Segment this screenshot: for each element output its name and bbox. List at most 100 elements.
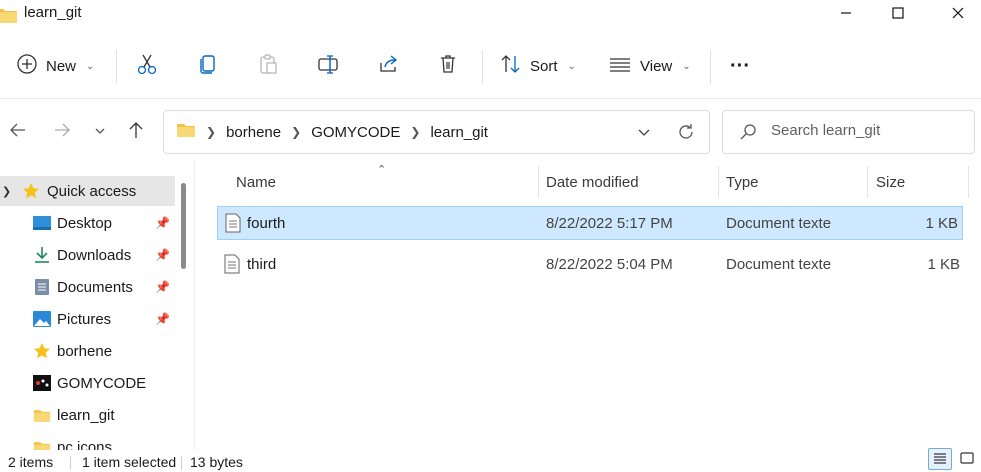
column-header-name[interactable]: Name	[236, 166, 276, 198]
sidebar-item-pc-icons[interactable]: pc icons	[0, 432, 175, 450]
column-header-label: Type	[726, 173, 759, 191]
pin-icon: 📌	[155, 312, 170, 326]
file-type: Document texte	[726, 215, 832, 232]
sidebar-item-label: borhene	[57, 342, 113, 360]
address-history-button[interactable]	[631, 121, 657, 145]
column-divider[interactable]	[968, 166, 969, 198]
column-header-label: Size	[876, 173, 906, 191]
download-icon	[33, 246, 51, 264]
sidebar-item-downloads[interactable]: Downloads 📌	[0, 240, 175, 270]
address-bar[interactable]: ❯ borhene ❯ GOMYCODE ❯ learn_git	[163, 110, 710, 154]
up-button[interactable]	[122, 116, 150, 146]
breadcrumb-item[interactable]: learn_git	[430, 124, 488, 141]
view-button[interactable]: View ⌄	[608, 48, 691, 84]
large-icons-view-button[interactable]	[955, 448, 979, 470]
column-divider[interactable]	[538, 166, 539, 198]
minimize-icon	[840, 6, 852, 22]
file-type: Document texte	[726, 256, 832, 273]
chevron-down-icon[interactable]: ❯	[2, 185, 11, 198]
column-header-date-modified[interactable]: Date modified	[546, 166, 639, 198]
forward-button[interactable]	[48, 116, 76, 146]
folder-icon	[33, 406, 51, 424]
plus-circle-icon	[16, 53, 38, 79]
maximize-icon	[892, 6, 904, 22]
share-button[interactable]	[377, 48, 399, 84]
sort-button[interactable]: Sort ⌄	[500, 48, 576, 84]
pin-icon: 📌	[155, 280, 170, 294]
scissors-icon	[136, 53, 158, 79]
file-name: fourth	[247, 215, 286, 232]
close-button[interactable]	[935, 0, 981, 28]
new-button[interactable]: New ⌄	[16, 48, 94, 84]
refresh-button[interactable]	[673, 121, 699, 145]
chevron-down-icon	[94, 123, 106, 139]
minimize-button[interactable]	[823, 0, 869, 28]
back-button[interactable]	[4, 116, 32, 146]
column-divider[interactable]	[718, 166, 719, 198]
search-icon	[739, 123, 757, 144]
search-input[interactable]	[771, 122, 961, 139]
sidebar-scrollbar[interactable]	[181, 183, 186, 269]
refresh-icon	[677, 123, 695, 144]
sidebar-item-label: Downloads	[57, 246, 132, 264]
status-divider	[70, 456, 71, 470]
documents-icon	[33, 278, 51, 296]
toolbar-divider	[116, 50, 117, 84]
pane-divider	[194, 160, 195, 450]
status-item-count: 2 items	[8, 454, 54, 470]
sidebar-item-learn-git[interactable]: learn_git	[0, 400, 175, 430]
arrow-right-icon	[53, 122, 71, 141]
folder-icon	[33, 438, 51, 450]
sort-label: Sort	[530, 57, 558, 75]
cut-button[interactable]	[136, 48, 158, 84]
toolbar-divider	[710, 50, 711, 84]
large-icons-view-icon	[960, 451, 974, 467]
gomycode-logo-icon	[33, 374, 51, 392]
details-view-button[interactable]	[928, 448, 952, 470]
rename-button[interactable]	[317, 48, 339, 84]
paste-button[interactable]	[257, 48, 279, 84]
breadcrumb-item[interactable]: borhene	[226, 124, 281, 141]
maximize-button[interactable]	[875, 0, 921, 28]
breadcrumb-item[interactable]: GOMYCODE	[311, 124, 400, 141]
recent-locations-button[interactable]	[86, 116, 114, 146]
command-bar: New ⌄ Sort ⌄ View ⌄ ···	[0, 34, 981, 98]
column-header-label: Name	[236, 173, 277, 191]
more-options-button[interactable]: ···	[730, 48, 750, 84]
sort-icon	[500, 53, 522, 79]
column-header-type[interactable]: Type	[726, 166, 759, 198]
search-box	[722, 110, 975, 154]
copy-button[interactable]	[197, 48, 219, 84]
more-icon: ···	[730, 54, 750, 77]
toolbar-separator	[0, 98, 981, 99]
sidebar-item-label: pc icons	[57, 438, 113, 451]
star-icon	[22, 182, 40, 200]
sidebar-item-label: Documents	[57, 278, 133, 296]
close-icon	[952, 6, 964, 22]
status-size: 13 bytes	[190, 454, 243, 470]
sidebar-item-quick-access[interactable]: ❯ Quick access	[0, 176, 175, 206]
file-name: third	[247, 256, 277, 273]
sidebar-item-borhene[interactable]: borhene	[0, 336, 175, 366]
chevron-right-icon: ❯	[410, 125, 421, 139]
chevron-down-icon: ⌄	[682, 60, 691, 72]
sidebar-item-desktop[interactable]: Desktop 📌	[0, 208, 175, 238]
file-row[interactable]: third 8/22/2022 5:04 PM Document texte 1…	[217, 248, 963, 282]
folder-icon	[0, 6, 18, 27]
title-bar: learn_git	[0, 0, 981, 28]
sidebar-item-label: Desktop	[57, 214, 113, 232]
sidebar-item-pictures[interactable]: Pictures 📌	[0, 304, 175, 334]
rename-icon	[317, 53, 339, 79]
column-divider[interactable]	[867, 166, 868, 198]
delete-button[interactable]	[437, 48, 459, 84]
pictures-icon	[33, 310, 51, 328]
sidebar-item-gomycode[interactable]: GOMYCODE	[0, 368, 175, 398]
sidebar-item-documents[interactable]: Documents 📌	[0, 272, 175, 302]
arrow-up-icon	[128, 121, 144, 142]
column-header-label: Date modified	[546, 173, 639, 191]
file-row[interactable]: fourth 8/22/2022 5:17 PM Document texte …	[217, 206, 963, 240]
chevron-down-icon: ⌄	[567, 60, 576, 72]
copy-icon	[197, 53, 219, 79]
new-label: New	[46, 57, 77, 75]
column-header-size[interactable]: Size	[876, 166, 905, 198]
